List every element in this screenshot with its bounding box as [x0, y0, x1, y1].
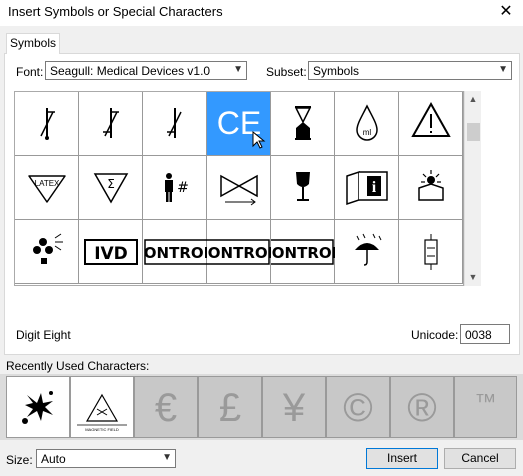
symbol-cell[interactable]: i	[335, 156, 399, 220]
svg-text:i: i	[372, 179, 377, 196]
subset-label: Subset:	[266, 65, 307, 79]
keep-from-sunlight-icon	[418, 170, 444, 201]
copyright-icon: ©	[343, 386, 373, 430]
trademark-icon: ™	[474, 389, 497, 414]
recent-item-pound[interactable]: £	[198, 376, 262, 438]
font-label: Font:	[16, 65, 44, 79]
scroll-thumb[interactable]	[467, 123, 480, 141]
recent-label: Recently Used Characters:	[6, 359, 150, 373]
insert-button[interactable]: Insert	[366, 448, 438, 469]
recent-item-trademark[interactable]: ™	[454, 376, 517, 438]
sigma-triangle-icon: Σ	[93, 173, 129, 204]
cancel-button[interactable]: Cancel	[444, 448, 516, 469]
symbol-cell[interactable]: CONTROL	[143, 220, 207, 284]
font-select-value: Seagull: Medical Devices v1.0	[50, 64, 211, 78]
ivd-icon: IVD	[84, 239, 138, 265]
symbol-cell[interactable]	[15, 220, 79, 284]
symbol-cell[interactable]	[271, 156, 335, 220]
drop-ml-icon: ml	[356, 104, 378, 141]
registered-icon: ®	[407, 386, 437, 430]
chevron-down-icon: ▼	[162, 452, 172, 463]
warning-icon	[411, 101, 451, 137]
symbol-cell[interactable]: CONTROL	[207, 220, 271, 284]
recent-item[interactable]	[6, 376, 70, 438]
symbol-cell[interactable]	[143, 92, 207, 156]
symbol-cell[interactable]: ml	[335, 92, 399, 156]
biohazard-icon	[33, 233, 63, 264]
scroll-up-icon[interactable]: ▲	[465, 91, 481, 107]
unicode-label: Unicode:	[411, 328, 459, 342]
size-select[interactable]: Auto ▼	[36, 449, 176, 468]
subset-select[interactable]: Symbols ▼	[308, 61, 512, 80]
symbol-grid: CE ml LATEX Σ # i IVD CONTROL CONTROL	[14, 91, 464, 286]
scroll-down-icon[interactable]: ▼	[465, 269, 481, 285]
latex-icon: LATEX	[28, 175, 66, 203]
svg-text:#: #	[177, 180, 189, 196]
chevron-down-icon: ▼	[498, 64, 508, 75]
symbol-cell[interactable]: #	[143, 156, 207, 220]
symbol-cell[interactable]	[207, 156, 271, 220]
recent-item-copyright[interactable]: ©	[326, 376, 390, 438]
svg-text:CONTROL: CONTROL	[143, 244, 207, 262]
magnetic-field-icon: MAGNETIC FIELD	[77, 393, 127, 432]
symbol-cell[interactable]: IVD	[79, 220, 143, 284]
hourglass-icon	[294, 106, 312, 140]
control-icon: CONTROL	[143, 239, 207, 265]
sterile-barrier-icon	[220, 174, 258, 206]
keep-dry-umbrella-icon	[355, 233, 382, 266]
symbol-cell[interactable]: Σ	[79, 156, 143, 220]
pound-icon: £	[218, 386, 242, 430]
unicode-field[interactable]: 0038	[460, 324, 510, 344]
yen-icon: ¥	[282, 386, 306, 430]
tab-symbols[interactable]: Symbols	[6, 33, 60, 54]
font-select[interactable]: Seagull: Medical Devices v1.0 ▼	[45, 61, 247, 80]
fragile-glass-icon	[296, 172, 310, 201]
patient-number-icon: #	[165, 173, 189, 202]
svg-text:ml: ml	[363, 128, 372, 137]
tab-symbols-label: Symbols	[9, 36, 56, 50]
symbol-cell[interactable]	[271, 92, 335, 156]
size-label: Size:	[6, 453, 33, 467]
close-button[interactable]: ✕	[494, 2, 518, 22]
symbol-cell[interactable]	[399, 156, 463, 220]
ce-mark-icon: CE	[217, 105, 266, 149]
control-icon: CONTROL	[271, 239, 335, 265]
recent-item-registered[interactable]: ®	[390, 376, 454, 438]
temperature-limit-lower-icon	[167, 108, 182, 138]
recent-item-euro[interactable]: €	[134, 376, 198, 438]
size-select-value: Auto	[41, 452, 66, 466]
svg-text:IVD: IVD	[94, 244, 128, 264]
symbol-cell[interactable]	[399, 220, 463, 284]
info-manual-icon: i	[346, 170, 388, 206]
recent-item-yen[interactable]: ¥	[262, 376, 326, 438]
character-description: Digit Eight	[16, 328, 71, 342]
explosive-icon	[22, 391, 53, 424]
window-title: Insert Symbols or Special Characters	[8, 4, 223, 19]
symbol-cell[interactable]: CONTROL	[271, 220, 335, 284]
recent-item[interactable]: MAGNETIC FIELD	[70, 376, 134, 438]
symbol-cell[interactable]	[335, 220, 399, 284]
pressure-limit-icon	[424, 234, 438, 270]
subset-select-value: Symbols	[313, 64, 360, 78]
symbol-cell[interactable]	[15, 92, 79, 156]
symbol-cell[interactable]	[79, 92, 143, 156]
temperature-limit-icon	[103, 108, 119, 138]
symbol-cell-selected[interactable]: CE	[207, 92, 271, 156]
svg-text:Σ: Σ	[107, 177, 115, 191]
euro-icon: €	[154, 386, 178, 430]
symbol-cell[interactable]: LATEX	[15, 156, 79, 220]
svg-text:CONTROL: CONTROL	[207, 244, 271, 262]
svg-text:LATEX: LATEX	[35, 179, 60, 188]
control-icon: CONTROL	[207, 239, 271, 265]
temperature-limit-upper-icon	[40, 108, 55, 140]
symbol-cell[interactable]	[399, 92, 463, 156]
unicode-value: 0038	[465, 328, 492, 342]
chevron-down-icon: ▼	[233, 64, 243, 75]
grid-scrollbar[interactable]: ▲ ▼	[464, 91, 481, 286]
svg-text:MAGNETIC FIELD: MAGNETIC FIELD	[85, 427, 119, 432]
svg-text:CONTROL: CONTROL	[271, 244, 335, 262]
